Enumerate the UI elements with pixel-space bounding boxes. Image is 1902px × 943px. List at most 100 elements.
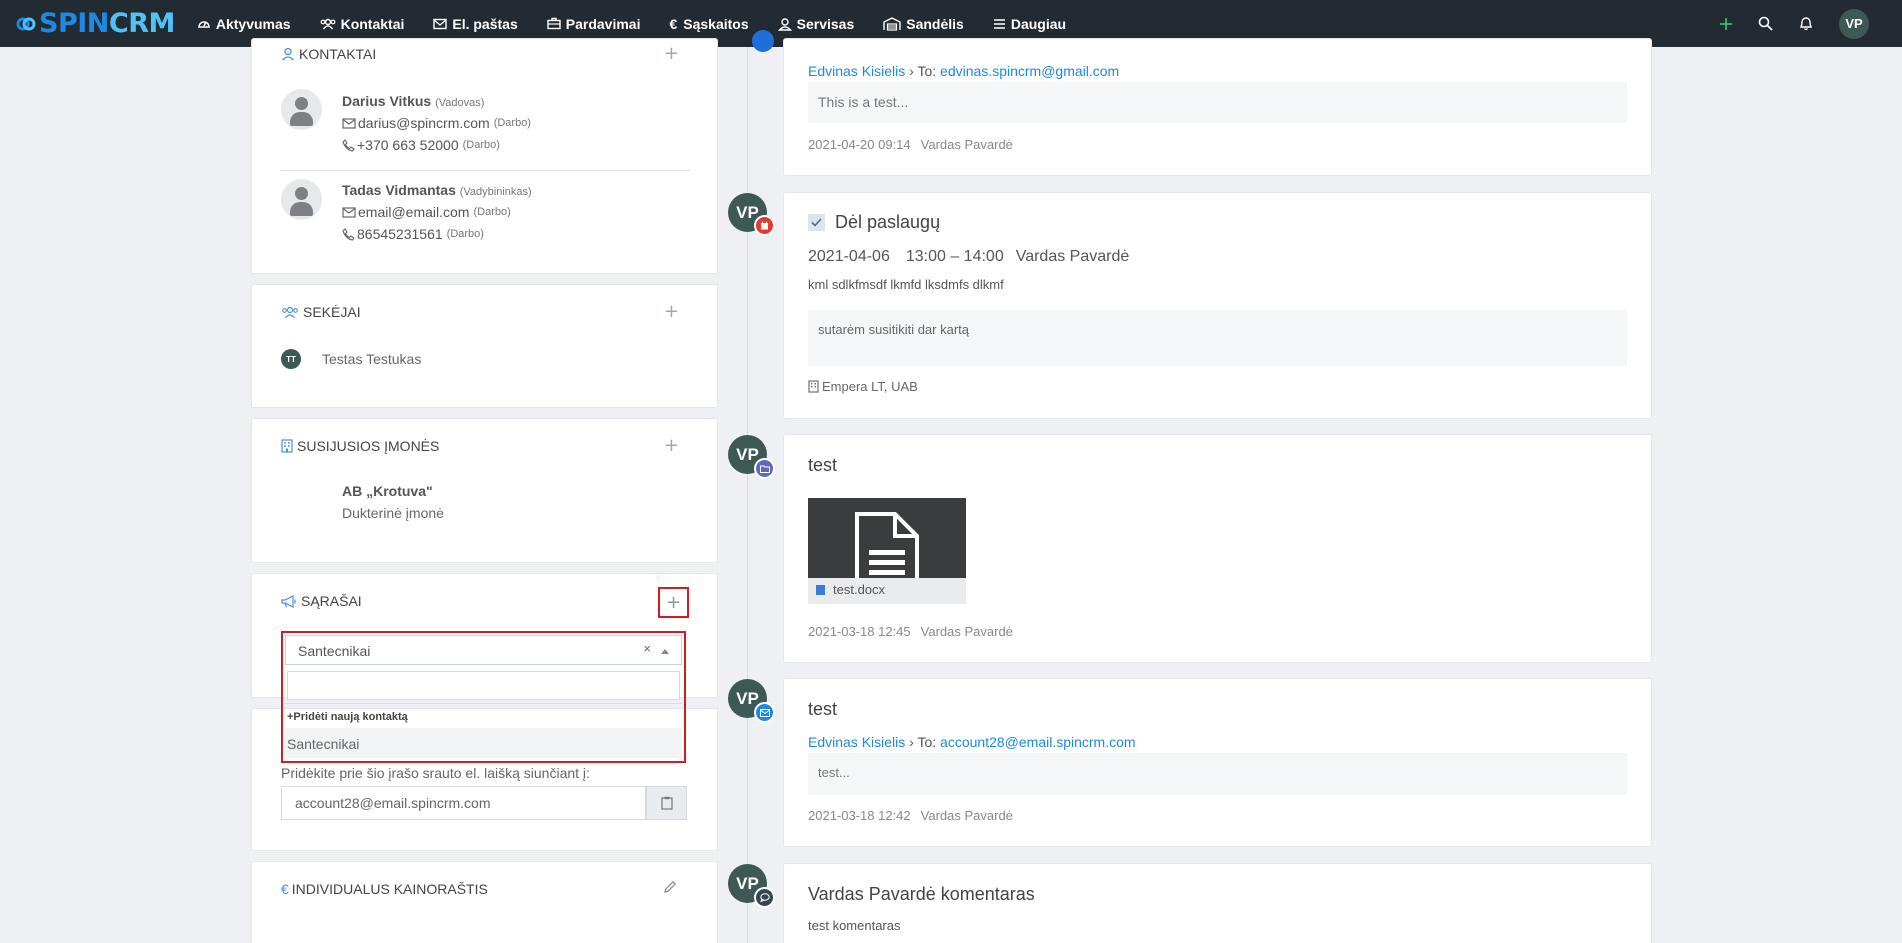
contact-role: (Vadovas) <box>435 97 485 109</box>
contact-phone[interactable]: +370 663 52000 (Darbo) <box>342 137 500 153</box>
contact-email[interactable]: email@email.com (Darbo) <box>342 204 511 220</box>
megaphone-icon <box>281 594 296 608</box>
nav-item-aktyvumas[interactable]: Aktyvumas <box>197 16 291 32</box>
timeline-file-card[interactable]: test test.docx 2021-03-18 12:45 Vardas Pa… <box>783 434 1652 663</box>
email-meta: 2021-04-20 09:14 Vardas Pavardė <box>808 137 1023 152</box>
timeline-comment-card[interactable]: Vardas Pavardė komentaras test komentara… <box>783 863 1652 943</box>
nav-label: Kontaktai <box>340 15 405 32</box>
envelope-badge-icon <box>754 702 775 723</box>
nav-item-pardavimai[interactable]: Pardavimai <box>547 15 641 32</box>
user-icon <box>282 47 294 61</box>
contact-email[interactable]: darius@spincrm.com (Darbo) <box>342 115 531 131</box>
timeline-email-card[interactable]: Edvinas Kisielis › To: edvinas.spincrm@g… <box>783 38 1652 176</box>
nav-item-saskaitos[interactable]: € Sąskaitos <box>669 16 748 32</box>
card-title-text: INDIVIDUALUS KAINORAŠTIS <box>291 881 488 897</box>
email-from-link[interactable]: Edvinas Kisielis <box>808 734 905 750</box>
card-title-text: SEKĖJAI <box>303 304 361 320</box>
building-icon <box>281 439 293 453</box>
email-from-link[interactable]: Edvinas Kisielis <box>808 63 905 79</box>
email-subject: test <box>808 699 838 719</box>
phone-icon <box>342 227 355 241</box>
add-follower-button[interactable]: + <box>664 303 679 321</box>
plus-icon <box>1720 17 1732 30</box>
contact-name[interactable]: Tadas Vidmantas (Vadybininkas) <box>342 182 532 198</box>
clear-select-button[interactable]: × <box>643 641 651 656</box>
copy-email-button[interactable] <box>646 786 687 820</box>
lists-select[interactable]: Santecnikai × <box>285 635 682 665</box>
task-schedule: 2021-04-06 13:00 – 14:00 Vardas Pavardė <box>808 248 1129 266</box>
add-company-button[interactable]: + <box>664 437 679 455</box>
timeline-email-card[interactable]: test Edvinas Kisielis › To: account28@em… <box>783 678 1652 847</box>
nav-item-el-pastas[interactable]: El. paštas <box>433 15 518 32</box>
related-companies-card: SUSIJUSIOS ĮMONĖS + AB „Krotuva" Dukteri… <box>251 418 718 563</box>
email-to-link[interactable]: edvinas.spincrm@gmail.com <box>940 63 1119 79</box>
chevron-right-icon: › <box>909 734 914 750</box>
briefcase-icon <box>547 17 561 30</box>
email-to-link[interactable]: account28@email.spincrm.com <box>940 734 1136 750</box>
quick-add-button[interactable] <box>1720 17 1732 30</box>
email-body: This is a test... <box>808 82 1627 123</box>
task-note: sutarėm susitikiti dar kartą <box>808 310 1627 366</box>
email-forward-hint: Pridėkite prie šio įrašo srauto el. laiš… <box>281 765 590 781</box>
file-name[interactable]: test.docx <box>816 582 885 597</box>
user-avatar[interactable]: VP <box>1839 8 1869 39</box>
nav-item-servisas[interactable]: Servisas <box>777 16 854 32</box>
select-value: Santecnikai <box>298 643 371 659</box>
caret-up-icon[interactable] <box>661 649 669 654</box>
bell-icon <box>1799 17 1813 31</box>
divider <box>285 703 682 704</box>
add-contact-button[interactable]: + <box>664 45 679 63</box>
contact-name[interactable]: Darius Vitkus (Vadovas) <box>342 93 484 109</box>
email-to-label: To: <box>917 63 937 79</box>
contact-item[interactable]: Darius Vitkus (Vadovas) darius@spincrm.c… <box>281 89 690 171</box>
comment-badge-icon <box>754 887 775 908</box>
file-attachment[interactable]: test.docx <box>808 498 966 604</box>
logo-text-a: SPIN <box>39 8 109 39</box>
comment-body: test komentaras <box>808 918 901 933</box>
envelope-icon <box>433 18 448 29</box>
document-icon <box>855 512 919 578</box>
contact-avatar <box>281 179 322 220</box>
timeline-line <box>747 47 748 943</box>
email-date: 2021-04-20 09:14 <box>808 137 911 152</box>
email-author: Vardas Pavardė <box>920 808 1013 823</box>
nav-item-daugiau[interactable]: Daugiau <box>993 16 1066 32</box>
nav-label: Daugiau <box>1010 15 1067 32</box>
file-note-title: test <box>808 455 838 475</box>
contacts-card-title: KONTAKTAI <box>281 46 376 62</box>
search-button[interactable] <box>1758 16 1773 31</box>
forward-email-field[interactable]: account28@email.spincrm.com <box>281 786 646 820</box>
gauge-icon <box>198 20 210 28</box>
follower-name[interactable]: Testas Testukas <box>322 351 421 367</box>
nav-label: Sandėlis <box>906 15 964 32</box>
dropdown-search-input[interactable] <box>287 671 680 700</box>
task-checkbox[interactable] <box>808 214 825 231</box>
notifications-button[interactable] <box>1799 16 1813 31</box>
edit-pricing-button[interactable] <box>663 880 677 898</box>
task-company[interactable]: Empera LT, UAB <box>808 379 918 394</box>
check-icon <box>811 218 822 227</box>
task-date: 2021-04-06 <box>808 248 890 265</box>
nav-item-sandelis[interactable]: Sandėlis <box>883 16 964 32</box>
followers-card-title: SEKĖJAI <box>281 304 361 320</box>
contact-item[interactable]: Tadas Vidmantas (Vadybininkas) email@ema… <box>281 171 690 251</box>
task-time: 13:00 – 14:00 <box>905 248 1004 265</box>
email-to-label: To: <box>917 734 937 750</box>
timeline-task-card[interactable]: Dėl paslaugų 2021-04-06 13:00 – 14:00 Vard… <box>783 192 1652 419</box>
nav-label: Pardavimai <box>565 15 641 32</box>
nav-label: El. paštas <box>452 15 518 32</box>
timeline-dot-partial <box>752 30 774 52</box>
nav-item-kontaktai[interactable]: Kontaktai <box>320 15 405 32</box>
envelope-icon <box>342 117 356 129</box>
add-new-contact-option[interactable]: +Pridėti naują kontaktą <box>287 711 408 723</box>
spincrm-logo[interactable]: SPIN CRM <box>16 8 175 39</box>
add-list-button[interactable]: + <box>658 587 689 618</box>
card-title-text: KONTAKTAI <box>299 46 377 62</box>
task-title[interactable]: Dėl paslaugų <box>835 212 940 233</box>
pricing-card-title: € INDIVIDUALUS KAINORAŠTIS <box>281 881 488 897</box>
dropdown-option[interactable]: Santecnikai <box>285 728 682 758</box>
contact-phone[interactable]: 86545231561 (Darbo) <box>342 226 484 242</box>
email-header: Edvinas Kisielis › To: edvinas.spincrm@g… <box>808 63 1119 79</box>
company-name[interactable]: AB „Krotuva" <box>342 483 433 499</box>
followers-card: SEKĖJAI + TT Testas Testukas <box>251 284 718 408</box>
